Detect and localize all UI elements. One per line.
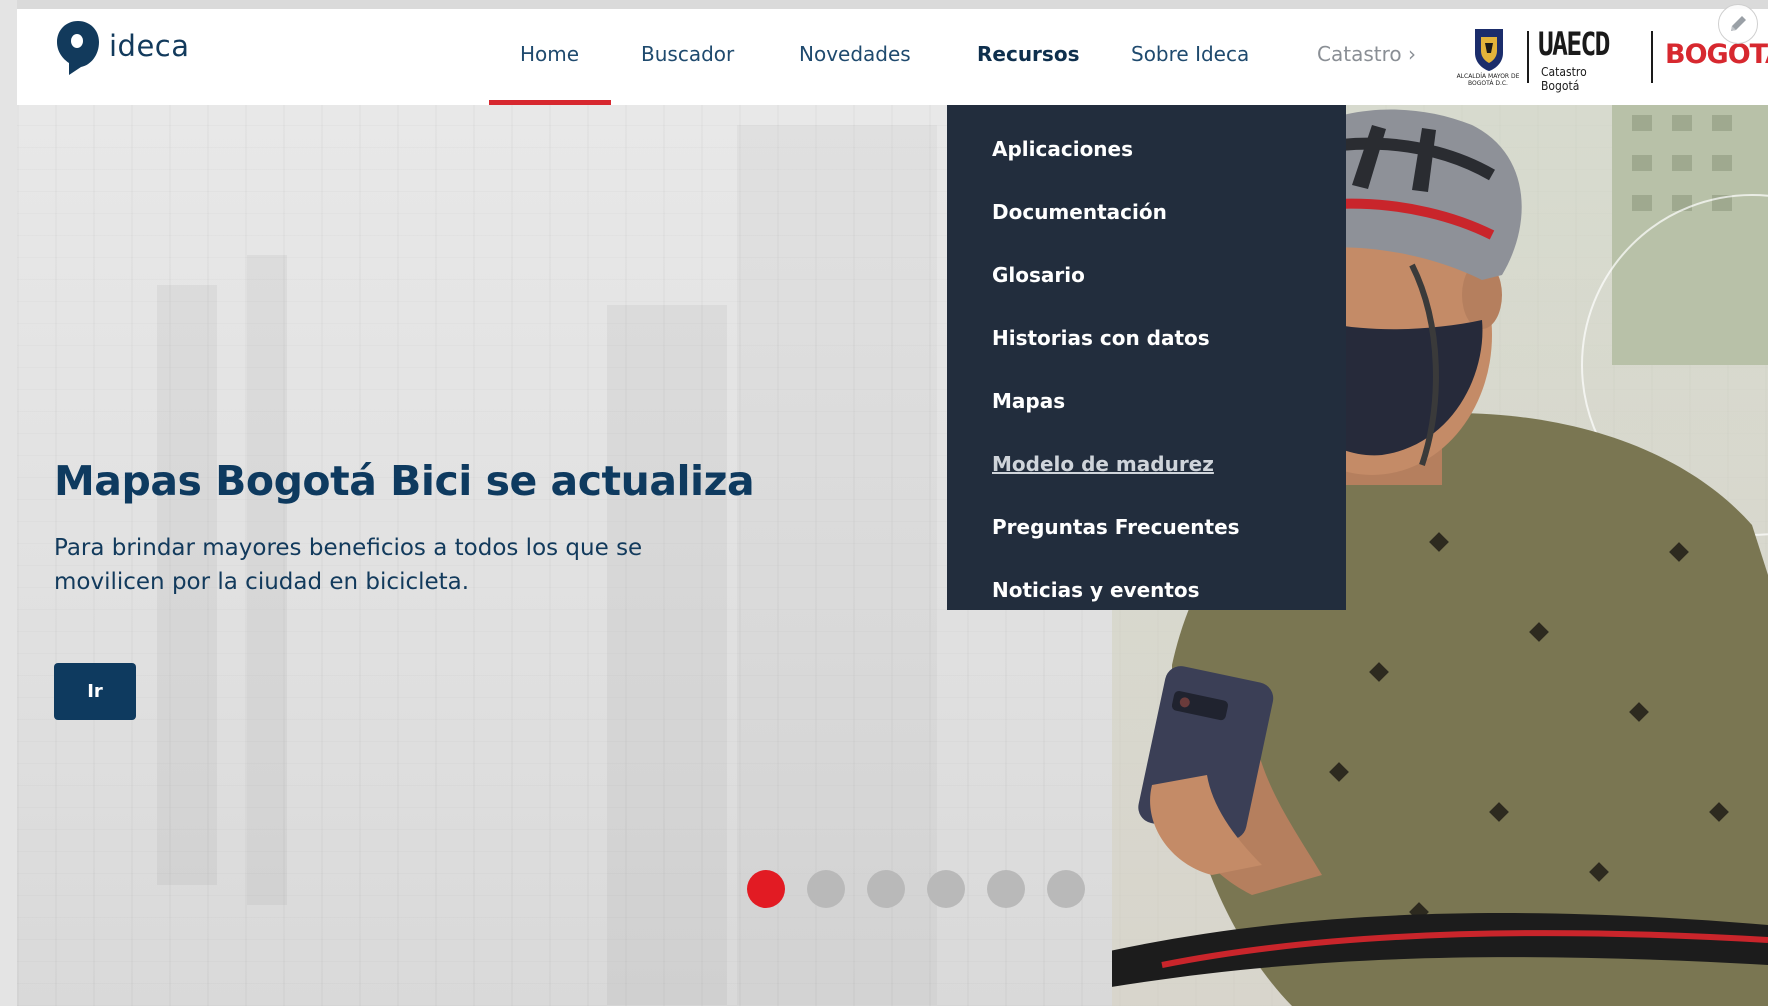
uaecd-logo-text[interactable]: UAECD [1538, 25, 1610, 63]
menu-item-noticias-y-eventos[interactable]: Noticias y eventos [992, 578, 1200, 602]
top-strip [0, 0, 1768, 9]
site-header: ideca Home Buscador Novedades Recursos S… [17, 9, 1768, 105]
ideca-logo[interactable]: ideca [55, 19, 190, 77]
carousel-dot-5[interactable] [987, 870, 1025, 908]
carousel-dot-1[interactable] [747, 870, 785, 908]
hero-go-button[interactable]: Ir [54, 663, 136, 720]
carousel-dot-2[interactable] [807, 870, 845, 908]
uaecd-subtitle: Catastro Bogotá [1541, 65, 1587, 93]
menu-item-historias-con-datos[interactable]: Historias con datos [992, 326, 1210, 350]
escudo-caption: ALCALDÍA MAYOR DE BOGOTÁ D.C. [1456, 73, 1520, 87]
logo-divider [1651, 31, 1653, 83]
nav-home[interactable]: Home [520, 42, 579, 66]
map-pin-head-icon [57, 21, 99, 75]
edit-button[interactable] [1718, 4, 1758, 44]
nav-sobre-ideca[interactable]: Sobre Ideca [1131, 42, 1249, 66]
pencil-icon [1731, 16, 1746, 31]
brand-name: ideca [109, 29, 190, 63]
menu-item-mapas[interactable]: Mapas [992, 389, 1065, 413]
carousel-dot-6[interactable] [1047, 870, 1085, 908]
hero-carousel: Mapas Bogotá Bici se actualiza Para brin… [17, 105, 1768, 1006]
nav-novedades[interactable]: Novedades [799, 42, 911, 66]
background-building [607, 305, 727, 1005]
menu-item-modelo-de-madurez[interactable]: Modelo de madurez [992, 452, 1214, 476]
menu-item-glosario[interactable]: Glosario [992, 263, 1085, 287]
carousel-dot-3[interactable] [867, 870, 905, 908]
menu-item-aplicaciones[interactable]: Aplicaciones [992, 137, 1133, 161]
left-strip [0, 0, 17, 1006]
bogota-logo-text[interactable]: BOGOTA [1665, 39, 1768, 70]
nav-catastro[interactable]: Catastro › [1317, 42, 1416, 66]
nav-recursos[interactable]: Recursos [977, 42, 1079, 66]
carousel-dot-4[interactable] [927, 870, 965, 908]
nav-buscador[interactable]: Buscador [641, 42, 734, 66]
menu-item-preguntas-frecuentes[interactable]: Preguntas Frecuentes [992, 515, 1240, 539]
hero-subtitle: Para brindar mayores beneficios a todos … [54, 535, 643, 595]
menu-item-documentacion[interactable]: Documentación [992, 200, 1167, 224]
logo-divider [1527, 31, 1529, 83]
page: Mapas Bogotá Bici se actualiza Para brin… [0, 0, 1768, 1006]
recursos-dropdown-menu: Aplicaciones Documentación Glosario Hist… [947, 105, 1346, 610]
hero-title: Mapas Bogotá Bici se actualiza [54, 457, 755, 505]
active-nav-indicator [489, 100, 611, 105]
